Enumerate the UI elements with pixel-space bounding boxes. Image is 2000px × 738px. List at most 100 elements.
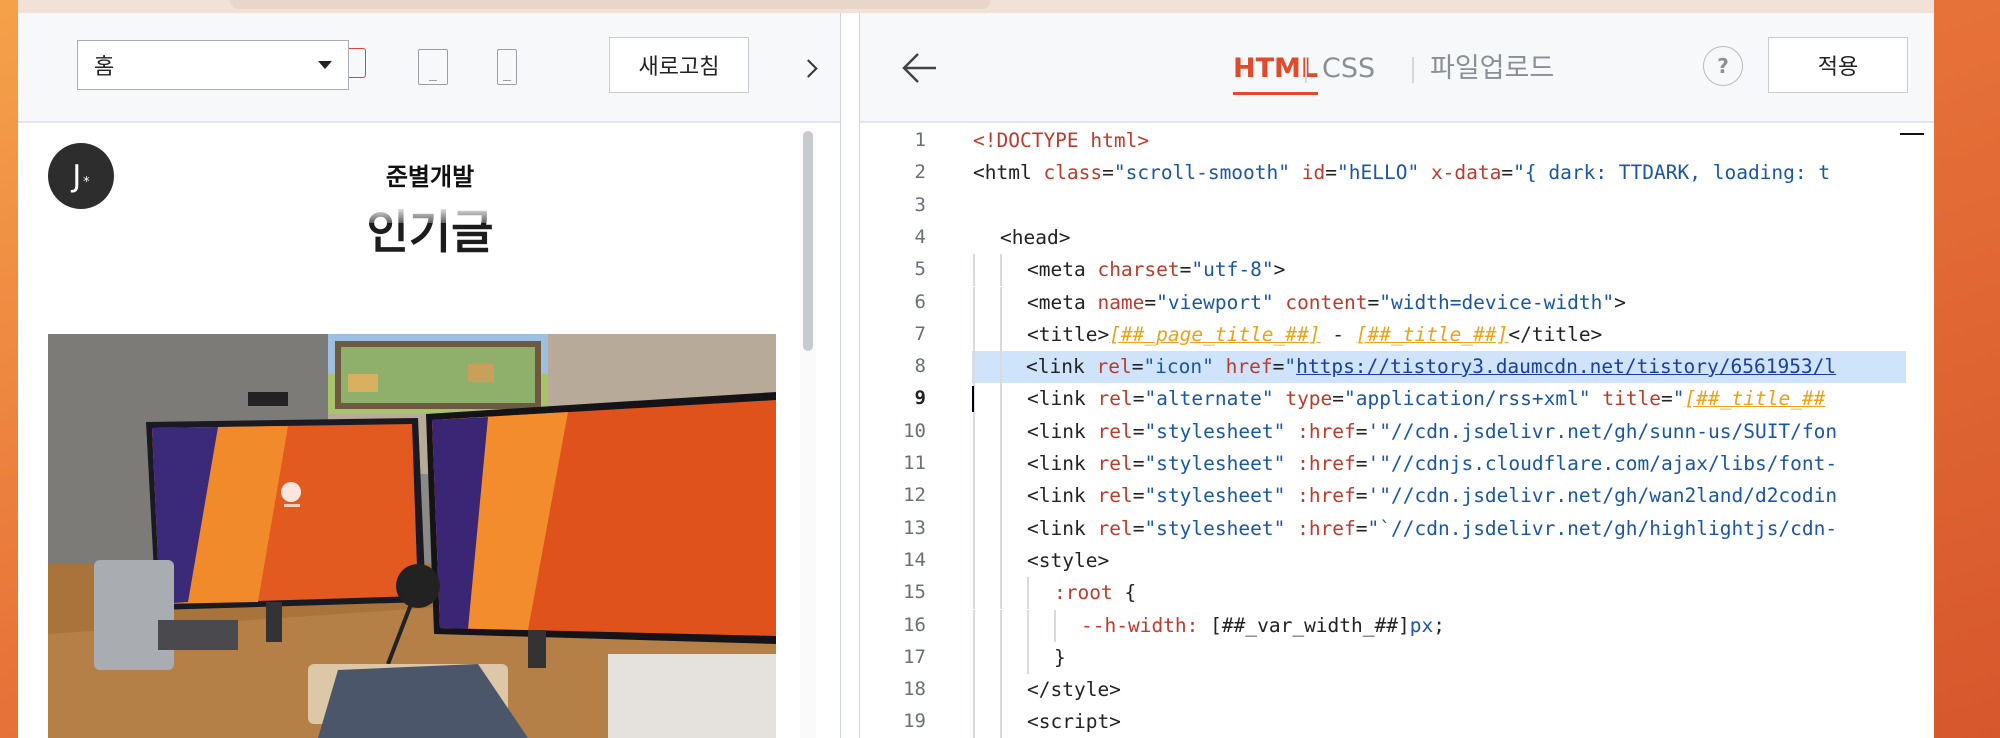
code-line[interactable]: <head> (973, 222, 1070, 254)
code-token-plain: = (1661, 387, 1673, 411)
code-token-tag: <meta (1027, 290, 1098, 314)
code-line[interactable]: <html class="scroll-smooth" id="hELLO" x… (973, 157, 1830, 189)
code-token-prop: :root (1054, 581, 1113, 605)
indent-guide (973, 318, 975, 352)
code-token-tag: <link (1027, 484, 1098, 508)
code-token-str: "hELLO" (1337, 161, 1420, 185)
code-line[interactable]: <script> (973, 706, 1121, 738)
avatar[interactable]: J * (48, 143, 114, 209)
code-token-plain: = (1144, 290, 1157, 314)
desk-photo-image (48, 334, 776, 738)
mobile-view-icon[interactable] (497, 49, 517, 85)
code-token-plain: = (1325, 161, 1337, 185)
chevron-down-icon (318, 61, 332, 69)
code-token-plain: = (1132, 387, 1145, 411)
code-token-attr: title (1602, 387, 1662, 411)
code-token-str: "alternate" (1144, 387, 1274, 411)
code-token-attr: type (1285, 387, 1333, 411)
tab-file-upload[interactable]: 파일업로드 (1430, 49, 1554, 89)
code-line[interactable]: <link rel="alternate" type="application/… (973, 383, 1825, 415)
line-number: 4 (914, 225, 926, 248)
apply-button[interactable]: 적용 (1768, 37, 1908, 93)
code-line[interactable]: --h-width: [##_var_width_##]px; (973, 610, 1445, 642)
code-token-attr: rel (1096, 355, 1132, 379)
code-token-link: https://tistory3.daumcdn.net/tistory/656… (1296, 355, 1837, 379)
code-line[interactable]: <link rel="stylesheet" :href='"//cdn.jsd… (973, 480, 1837, 512)
code-token-str: "icon" (1143, 355, 1214, 379)
line-number: 1 (914, 129, 926, 151)
code-token-plain: = (1355, 419, 1368, 443)
tab-css[interactable]: CSS (1322, 49, 1375, 89)
line-number: 11 (903, 452, 926, 474)
indent-guide (1000, 609, 1002, 642)
indent-guide (973, 480, 975, 513)
code-line[interactable]: <title>[##_page_title_##] - [##_title_##… (973, 319, 1602, 351)
indent-guide (1000, 544, 1002, 578)
blog-title[interactable]: 준별개발 (340, 157, 520, 192)
indent-guide (1000, 674, 1002, 707)
code-token-plain: = (1132, 419, 1145, 443)
preview-scrollbar[interactable] (800, 128, 816, 738)
window-top-strip (18, 0, 1934, 14)
code-line[interactable]: <style> (973, 545, 1109, 577)
code-token-plain: = (1102, 161, 1114, 185)
line-number: 18 (903, 678, 926, 701)
help-icon[interactable]: ? (1703, 46, 1743, 86)
code-token-prop: --h-width: (1081, 613, 1199, 637)
code-token-tag: <script> (1027, 710, 1121, 734)
code-line[interactable]: <link rel="stylesheet" :href="`//cdn.jsd… (973, 513, 1837, 545)
code-line[interactable]: <!DOCTYPE html> (973, 125, 1149, 157)
line-number: 6 (914, 290, 926, 313)
code-token-str: '"//cdn.jsdelivr.net/gh/wan2land/d2codin (1367, 484, 1838, 508)
code-token-tpl: [##_title_## (1684, 387, 1826, 411)
code-token-str: "application/rss+xml" (1344, 387, 1591, 411)
code-line[interactable]: } (973, 642, 1066, 674)
pane-divider[interactable] (840, 13, 860, 738)
code-line[interactable]: <meta name="viewport" content="width=dev… (973, 287, 1626, 319)
code-token-attr: id (1301, 161, 1326, 185)
code-token-doctype: <!DOCTYPE html> (973, 129, 1150, 152)
code-line[interactable]: <link rel="icon" href="https://tistory3.… (972, 351, 1906, 384)
code-token-attr: rel (1097, 484, 1133, 508)
code-editor[interactable]: 1 2 3 4 5 6 7 8 9 10 11 12 13 14 15 16 17 18 19 <!DOCTYPE … (860, 123, 1934, 738)
code-token-attr: :href (1297, 484, 1356, 508)
code-token-plain: = (1355, 516, 1368, 540)
line-number: 14 (903, 548, 926, 571)
refresh-button[interactable]: 새로고침 (609, 37, 749, 93)
code-token-tag: <style> (1027, 548, 1110, 572)
code-token-attr: name (1097, 290, 1145, 314)
indent-guide (1000, 577, 1002, 610)
code-token-tag: </style> (1027, 678, 1121, 702)
line-number: 10 (903, 419, 926, 442)
collapse-panel-icon[interactable] (799, 59, 818, 78)
tab-separator (1305, 57, 1307, 83)
code-token-attr: rel (1097, 516, 1133, 540)
back-arrow-icon[interactable] (902, 50, 938, 86)
code-token-plain: = (1132, 452, 1145, 475)
page-select[interactable]: 홈 (77, 40, 349, 90)
code-line[interactable]: </style> (973, 674, 1121, 706)
code-token-attr: rel (1097, 387, 1133, 411)
desk-setup-photo[interactable] (48, 334, 776, 738)
code-line[interactable]: <link rel="stylesheet" :href='"//cdn.jsd… (973, 416, 1837, 448)
code-token-attr: charset (1097, 258, 1180, 282)
line-number: 17 (903, 645, 926, 668)
code-line[interactable]: <link rel="stylesheet" :href='"//cdnjs.c… (973, 448, 1837, 480)
code-token-str: "viewport" (1156, 290, 1274, 314)
code-token-attr: x-data (1430, 161, 1502, 185)
code-token-attr: content (1285, 290, 1368, 314)
code-line[interactable]: :root { (973, 577, 1136, 609)
indent-guide (1000, 318, 1002, 352)
desktop-view-icon[interactable] (349, 48, 366, 78)
code-line[interactable]: <meta charset="utf-8"> (973, 254, 1285, 286)
tablet-view-icon[interactable] (418, 49, 448, 85)
code-token-plain: = (1332, 387, 1345, 411)
